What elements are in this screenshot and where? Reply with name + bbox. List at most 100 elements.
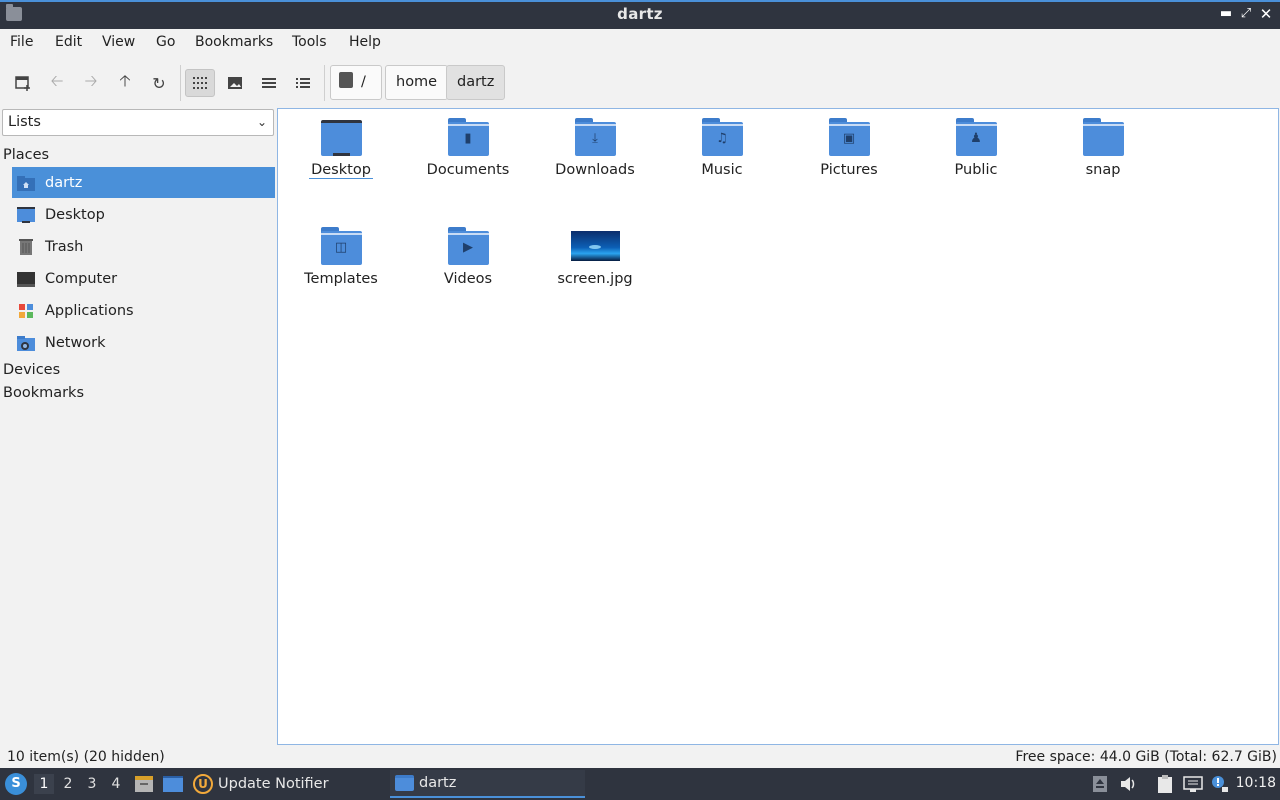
file-item-label: screen.jpg <box>557 271 633 287</box>
documents-folder-icon: ▮ <box>447 118 489 156</box>
breadcrumb-dartz[interactable]: dartz <box>446 65 506 100</box>
reload-button[interactable]: ↻ <box>144 69 174 97</box>
trash-icon <box>16 238 36 256</box>
clock[interactable]: 10:18 <box>1236 775 1276 791</box>
breadcrumb-root-label: / <box>361 74 366 90</box>
file-item-label: Templates <box>304 271 378 287</box>
new-tab-button[interactable] <box>8 69 38 97</box>
tray-eject-icon[interactable] <box>1091 774 1111 794</box>
maximize-button[interactable]: ⤢ <box>1237 4 1255 24</box>
file-item-documents[interactable]: ▮ Documents <box>413 118 523 178</box>
file-item-music[interactable]: ♫ Music <box>667 118 777 178</box>
file-item-videos[interactable]: ▶ Videos <box>413 227 523 287</box>
file-item-label: Public <box>954 162 998 178</box>
menu-help[interactable]: Help <box>349 34 381 50</box>
desktop-folder-icon <box>320 118 362 156</box>
detailed-view-button[interactable] <box>288 69 318 97</box>
menu-file[interactable]: File <box>10 34 33 50</box>
title-bar: dartz ▬ ⤢ ✕ <box>0 0 1280 29</box>
image-thumbnail <box>570 231 620 261</box>
grid-icon <box>193 77 207 89</box>
home-folder-icon <box>16 174 36 192</box>
sidebar-item-desktop[interactable]: Desktop <box>12 199 275 230</box>
icon-view-button[interactable] <box>185 69 215 97</box>
sidebar-item-applications[interactable]: Applications <box>12 295 275 326</box>
file-item-label: Documents <box>426 162 510 178</box>
start-menu-icon[interactable]: S <box>5 773 27 795</box>
sidebar-item-computer[interactable]: Computer <box>12 263 275 294</box>
volume-icon[interactable] <box>1118 774 1138 794</box>
new-tab-icon <box>15 76 30 91</box>
file-item-label: Desktop <box>309 162 373 179</box>
forward-button[interactable]: 🡢 <box>76 69 106 97</box>
places-heading[interactable]: Places <box>3 147 49 163</box>
file-manager-launcher-icon[interactable] <box>134 775 154 793</box>
sidebar-mode-select[interactable]: Lists ⌄ <box>2 109 274 136</box>
workspace-2[interactable]: 2 <box>58 774 78 794</box>
network-icon <box>16 334 36 352</box>
file-item-snap[interactable]: snap <box>1048 118 1158 178</box>
public-folder-icon: ♟ <box>955 118 997 156</box>
compact-view-button[interactable] <box>254 69 284 97</box>
toolbar: 🡠 🡢 🡡 ↻ / home dartz <box>0 57 1280 107</box>
file-item-pictures[interactable]: ▣ Pictures <box>794 118 904 178</box>
workspace-3[interactable]: 3 <box>82 774 102 794</box>
bookmarks-heading[interactable]: Bookmarks <box>3 385 84 401</box>
update-notifier-icon: U <box>193 774 213 794</box>
sidebar: Lists ⌄ Places dartz Desktop Trash Compu… <box>0 107 277 745</box>
menu-edit[interactable]: Edit <box>55 34 82 50</box>
computer-icon <box>16 270 36 288</box>
menu-go[interactable]: Go <box>156 34 175 50</box>
task-dartz[interactable]: dartz <box>390 770 585 798</box>
menu-view[interactable]: View <box>102 34 135 50</box>
arrow-up-icon: 🡡 <box>119 70 131 90</box>
minimize-button[interactable]: ▬ <box>1217 4 1235 24</box>
file-item-label: snap <box>1085 162 1121 178</box>
snap-folder-icon <box>1082 118 1124 156</box>
breadcrumb-home[interactable]: home <box>385 65 449 100</box>
file-item-label: Pictures <box>820 162 878 178</box>
sidebar-mode-label: Lists <box>8 114 41 130</box>
taskbar: S 1 2 3 4 U Update Notifier dartz 10:18 <box>0 768 1280 800</box>
devices-heading[interactable]: Devices <box>3 362 60 378</box>
back-button[interactable]: 🡠 <box>42 69 72 97</box>
file-view[interactable]: Desktop ▮ Documents ⤓ Downloads ♫ Music … <box>277 108 1279 745</box>
arrow-right-icon: 🡢 <box>84 70 98 90</box>
breadcrumb-root[interactable]: / <box>330 65 382 100</box>
sidebar-item-dartz[interactable]: dartz <box>12 167 275 198</box>
thumbnail-view-button[interactable] <box>220 69 250 97</box>
desktop-icon <box>16 206 36 224</box>
file-item-label: Downloads <box>555 162 635 178</box>
sidebar-item-label: dartz <box>45 174 83 191</box>
sidebar-item-network[interactable]: Network <box>12 327 275 358</box>
menu-bookmarks[interactable]: Bookmarks <box>195 34 273 50</box>
close-button[interactable]: ✕ <box>1257 4 1275 24</box>
chevron-down-icon: ⌄ <box>256 115 267 129</box>
file-item-public[interactable]: ♟ Public <box>921 118 1031 178</box>
workspace-4[interactable]: 4 <box>106 774 126 794</box>
downloads-folder-icon: ⤓ <box>574 118 616 156</box>
menu-bar: File Edit View Go Bookmarks Tools Help <box>0 29 1280 57</box>
status-bar: 10 item(s) (20 hidden) Free space: 44.0 … <box>0 745 1280 768</box>
image-icon <box>228 77 242 89</box>
free-space: Free space: 44.0 GiB (Total: 62.7 GiB) <box>1015 749 1277 765</box>
task-label: dartz <box>419 775 457 791</box>
show-desktop-icon[interactable] <box>162 775 183 793</box>
file-item-downloads[interactable]: ⤓ Downloads <box>540 118 650 178</box>
network-status-icon[interactable] <box>1183 774 1203 794</box>
notification-icon[interactable] <box>1209 774 1229 794</box>
up-button[interactable]: 🡡 <box>110 69 140 97</box>
file-item-label: Videos <box>443 271 493 287</box>
workspace-1[interactable]: 1 <box>34 774 54 794</box>
item-count: 10 item(s) (20 hidden) <box>7 749 165 765</box>
clipboard-icon[interactable] <box>1155 774 1175 794</box>
window-title: dartz <box>617 5 663 23</box>
arrow-left-icon: 🡠 <box>50 70 64 90</box>
file-item-templates[interactable]: ◫ Templates <box>286 227 396 287</box>
menu-tools[interactable]: Tools <box>292 34 327 50</box>
sidebar-item-trash[interactable]: Trash <box>12 231 275 262</box>
file-item-desktop[interactable]: Desktop <box>286 118 396 179</box>
task-update-notifier[interactable]: U Update Notifier <box>193 770 383 798</box>
applications-icon <box>16 302 36 320</box>
file-item-screen-jpg[interactable]: screen.jpg <box>540 227 650 287</box>
